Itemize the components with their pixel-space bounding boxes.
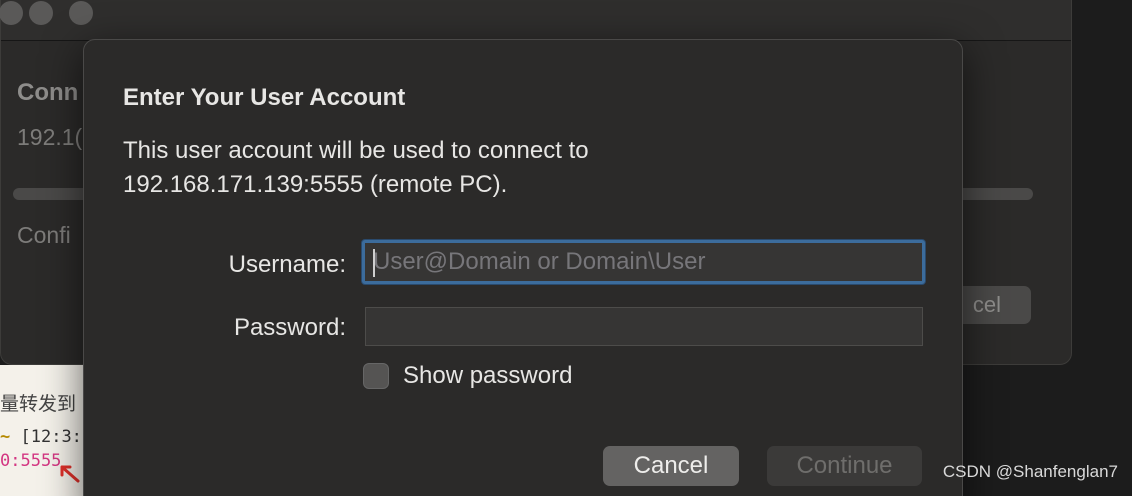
terminal-prompt: ~ [12:3: [0,427,82,447]
background-ip: 192.1( [17,124,83,150]
background-titlebar [0,0,1071,41]
continue-button[interactable]: Continue [767,446,922,486]
screen: 量转发到 ~ [12:3: 0:5555 Conn 192.1( Confi c… [0,0,1132,496]
password-label: Password: [233,314,346,341]
dialog-title: Enter Your User Account [123,84,406,111]
show-password-checkbox[interactable] [363,363,389,389]
zoom-window-icon[interactable] [69,1,93,25]
terminal-tilde: ~ [0,427,11,447]
close-window-icon[interactable] [0,1,23,25]
annotation-arrow-icon [60,465,80,483]
password-input[interactable] [365,307,923,346]
terminal-address: 0:5555 [0,451,62,471]
dialog-message-line1: This user account will be used to connec… [123,137,589,164]
dialog-message: This user account will be used to connec… [123,134,823,202]
username-input[interactable] [362,240,925,284]
username-label: Username: [228,251,346,278]
background-title: Conn [17,79,79,106]
terminal-line: 量转发到 [0,393,77,415]
watermark: CSDN @Shanfenglan7 [942,462,1118,481]
text-caret [373,249,375,277]
terminal-time: [12:3: [20,427,82,447]
show-password-label[interactable]: Show password [403,362,572,390]
minimize-window-icon[interactable] [29,1,53,25]
dialog-message-line2: 192.168.171.139:5555 (remote PC). [123,171,508,198]
cancel-button[interactable]: Cancel [603,446,739,486]
user-account-dialog: Enter Your User Account This user accoun… [83,39,963,496]
background-status: Confi [17,222,71,248]
